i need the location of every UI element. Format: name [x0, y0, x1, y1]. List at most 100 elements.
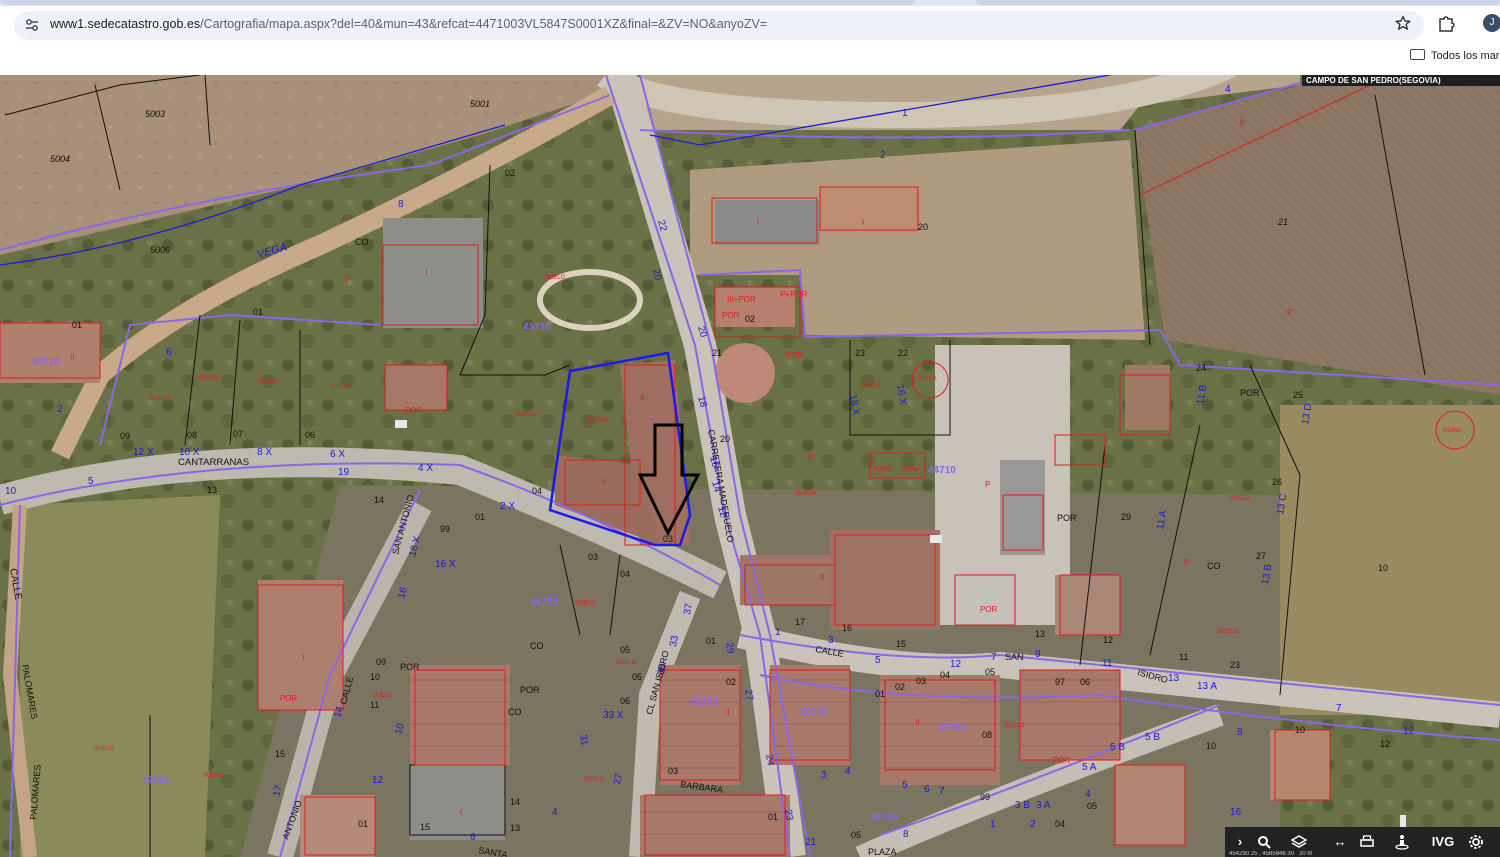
- parcel-label: POR: [1057, 513, 1077, 523]
- parcel-label: 14: [374, 495, 384, 505]
- parcel-label: 29: [1121, 512, 1131, 522]
- bookmark-star-icon[interactable]: [1395, 15, 1411, 31]
- parcel-label: 01: [768, 812, 778, 822]
- use-label: SUELO: [94, 746, 115, 752]
- street-number: 5 B: [1145, 732, 1160, 743]
- street-number: 3 B: [1015, 800, 1030, 811]
- use-label: SUELO: [860, 383, 881, 389]
- use-label: SUELO: [150, 396, 171, 402]
- street-number: 6: [166, 347, 172, 358]
- use-label: SUELO: [515, 412, 536, 418]
- parcel-label: 04: [940, 670, 950, 680]
- street-number: 2: [880, 150, 886, 161]
- parcel-label: 5001: [470, 99, 490, 109]
- parcel-label: 02: [745, 314, 755, 324]
- parcel-label: CO: [530, 641, 544, 651]
- print-icon[interactable]: [1360, 831, 1386, 853]
- street-number: 12: [950, 659, 962, 670]
- street-number: 33 X: [603, 710, 624, 721]
- street-number: 5: [875, 655, 881, 666]
- next-icon[interactable]: ›: [1227, 831, 1253, 853]
- use-label: SUELO: [203, 773, 224, 779]
- street-number: 7: [939, 786, 945, 797]
- use-label: P+POR: [780, 290, 808, 299]
- scale-text: 20 m: [1299, 851, 1313, 857]
- profile-avatar[interactable]: J: [1483, 14, 1500, 32]
- street-number: 7: [991, 652, 997, 663]
- settings-icon[interactable]: [1468, 831, 1494, 853]
- parcel-label: 03: [668, 766, 678, 776]
- tab-inactive[interactable]: [975, 0, 1500, 5]
- street-number: 3: [821, 770, 827, 781]
- use-label: SUELO: [575, 601, 596, 607]
- street-number: 6 X: [330, 449, 345, 460]
- use-label: SUELO: [198, 375, 219, 381]
- extensions-icon[interactable]: [1437, 14, 1455, 32]
- block-label: 42691: [142, 775, 170, 786]
- use-label: I: [862, 218, 864, 227]
- address-bar[interactable]: www1.sedecatastro.gob.es/Cartografia/map…: [14, 11, 1424, 40]
- block-label: 44710: [928, 465, 956, 476]
- use-label: POR: [722, 311, 740, 320]
- parcel-label: 12: [1380, 739, 1390, 749]
- street-number: 19: [338, 467, 350, 478]
- map-region-label: CAMPO DE SAN PEDRO(SEGOVIA): [1302, 75, 1500, 86]
- parcel-label: 01: [253, 307, 263, 317]
- parcel-label: 01: [706, 636, 716, 646]
- site-info-icon[interactable]: [24, 17, 40, 33]
- street-number: 3: [828, 635, 834, 646]
- measure-icon[interactable]: ↔: [1327, 831, 1353, 853]
- bookmark-folder-all[interactable]: Todos los marc: [1431, 50, 1500, 62]
- url-text[interactable]: www1.sedecatastro.gob.es/Cartografia/map…: [50, 17, 767, 31]
- search-icon[interactable]: [1257, 831, 1283, 853]
- streetview-icon[interactable]: [1395, 831, 1421, 853]
- use-label: SUELO: [1218, 629, 1239, 635]
- block-label: 44705: [530, 597, 558, 608]
- ivg-button[interactable]: IVG: [1430, 831, 1456, 853]
- use-label: III+POR: [727, 295, 756, 304]
- use-label: RUINA: [918, 376, 937, 382]
- use-label: P: [1184, 558, 1189, 567]
- parcel-label: 01: [358, 819, 368, 829]
- use-label: RUINA: [1443, 428, 1462, 434]
- street-number: 4: [1225, 84, 1231, 95]
- parcel-label: 08: [187, 430, 197, 440]
- parcel-label: 22: [898, 348, 908, 358]
- parcel-label: 99: [440, 524, 450, 534]
- use-label: POR: [280, 694, 298, 703]
- map-canvas[interactable]: VEGA CANTARRANAS CARRETERA MADERUELO SAN…: [0, 75, 1500, 857]
- parcel-label: 97: [1055, 677, 1065, 687]
- parcel-label: 5004: [50, 154, 70, 164]
- parcel-label: 03: [588, 552, 598, 562]
- street-number: 12: [372, 775, 384, 786]
- parcel-label: 05: [620, 645, 630, 655]
- tab-active[interactable]: [0, 0, 915, 5]
- parcel-label: 09: [376, 657, 386, 667]
- parcel-label: 04: [1055, 819, 1065, 829]
- use-label: P: [985, 480, 990, 489]
- folder-icon: [1410, 49, 1425, 60]
- parcel-label: 05: [851, 830, 861, 840]
- parcel-label: 05: [1087, 801, 1097, 811]
- use-label: I: [757, 218, 759, 227]
- street-number: 2 X: [500, 501, 515, 512]
- street-label: PLAZA: [868, 847, 897, 857]
- use-label: II: [602, 478, 606, 487]
- street-number: 12: [1403, 726, 1415, 737]
- parcel-label: 5003: [145, 109, 165, 119]
- parcel-label: 25: [1293, 390, 1303, 400]
- use-label: SUELO: [258, 379, 279, 385]
- tab-strip: [0, 0, 1500, 6]
- street-number: 16 X: [435, 559, 456, 570]
- parcel-label: 05: [985, 667, 995, 677]
- parcel-label: 04: [620, 569, 630, 579]
- use-label: P: [808, 453, 813, 462]
- parcel-label: 15: [275, 749, 285, 759]
- layers-icon[interactable]: [1291, 831, 1317, 853]
- parcel-label: 01: [475, 512, 485, 522]
- parcel-label: 06: [620, 696, 630, 706]
- parcel-label: 99: [980, 792, 990, 802]
- cadastral-map[interactable]: VEGA CANTARRANAS CARRETERA MADERUELO SAN…: [0, 75, 1500, 857]
- parcel-label: 10: [1295, 725, 1305, 735]
- use-label: II: [725, 708, 729, 717]
